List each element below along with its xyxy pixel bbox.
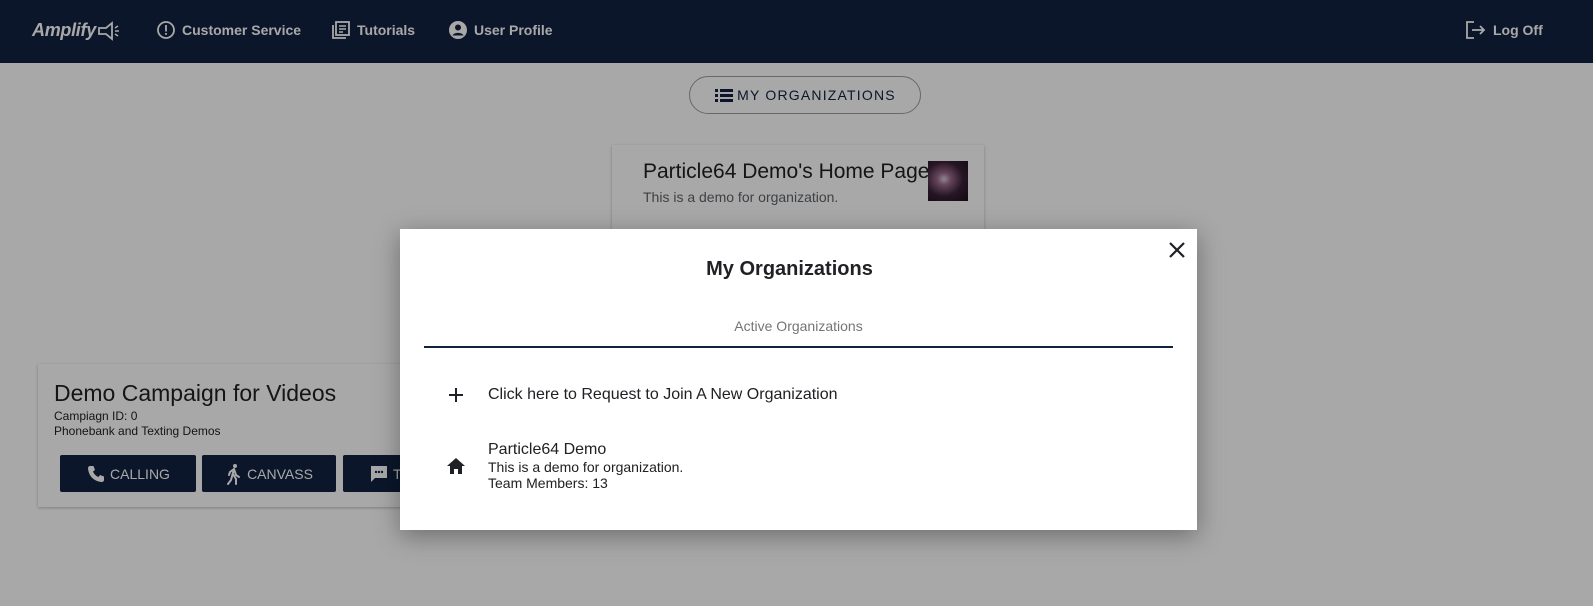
organization-members: Team Members: 13 [488,475,608,491]
plus-icon [424,386,488,404]
close-icon[interactable] [1168,241,1186,259]
organization-list-item[interactable]: Particle64 Demo This is a demo for organ… [424,434,1173,498]
organization-info: Particle64 Demo This is a demo for organ… [488,441,683,491]
organization-name: Particle64 Demo [488,441,607,458]
organization-description: This is a demo for organization. [488,459,684,475]
my-organizations-dialog: My Organizations Active Organizations Cl… [400,229,1197,530]
join-organization-label: Click here to Request to Join A New Orga… [488,386,838,403]
join-organization-item[interactable]: Click here to Request to Join A New Orga… [424,373,1173,417]
home-icon [424,457,488,475]
dialog-title: My Organizations [706,258,873,280]
tab-active-organizations[interactable]: Active Organizations [424,311,1173,348]
